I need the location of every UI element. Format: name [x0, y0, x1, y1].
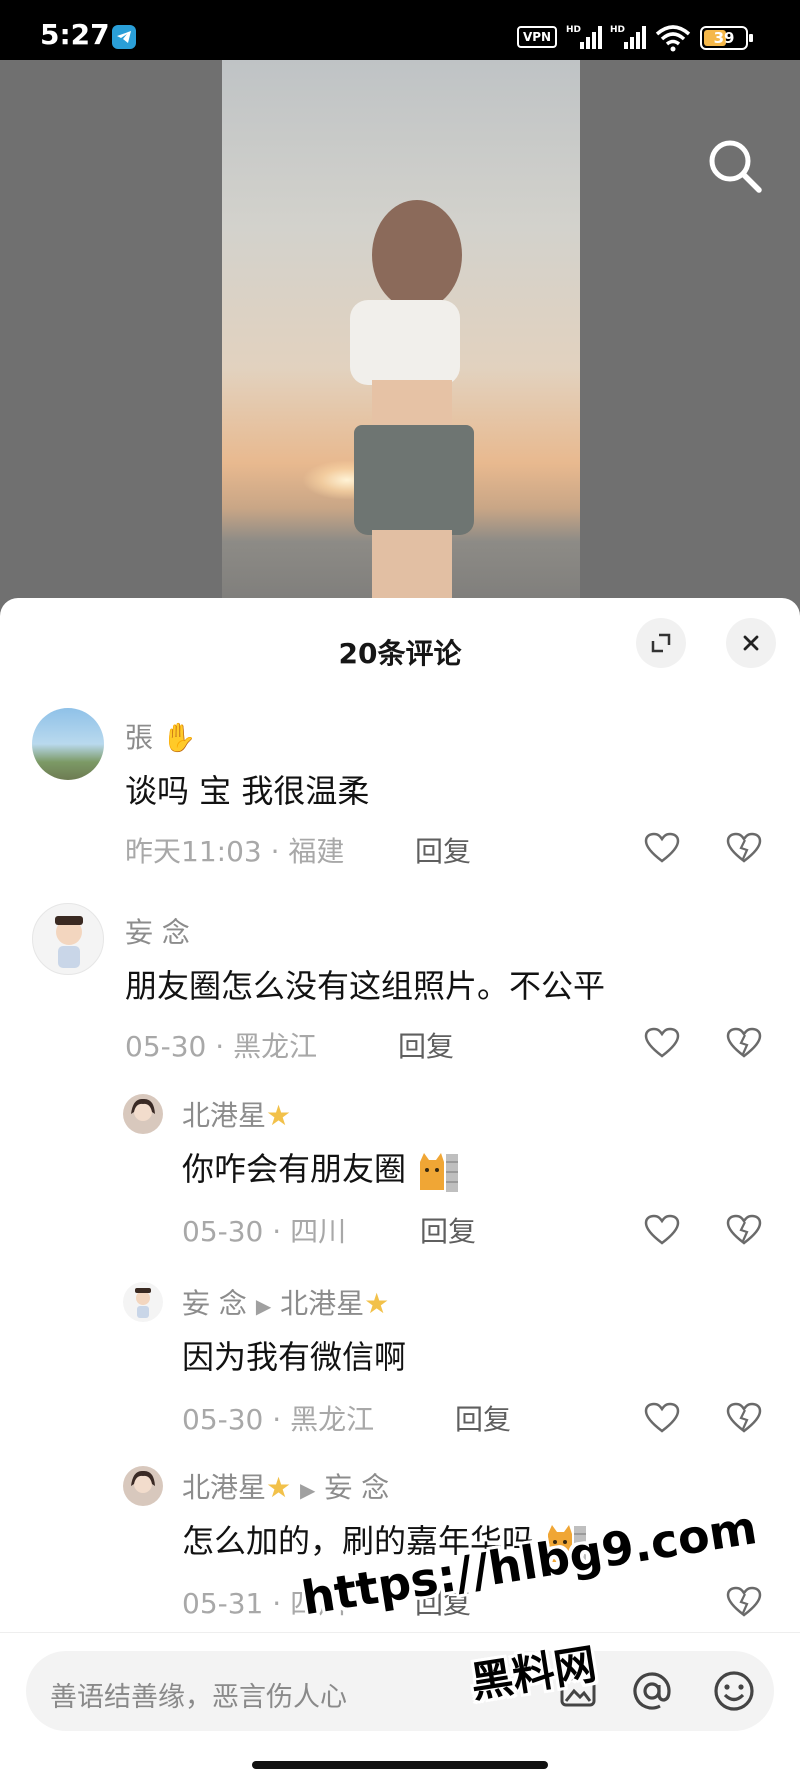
comment-input-bar: 善语结善缘，恶言伤人心: [0, 1632, 800, 1778]
close-button[interactable]: [726, 618, 776, 668]
svg-text:HD: HD: [566, 25, 581, 35]
comment-meta: 05-30 · 黑龙江: [182, 1403, 375, 1436]
comment-author[interactable]: 北港星★: [182, 1094, 291, 1134]
comment-author[interactable]: 北港星★ ▶ 妄 念: [182, 1466, 389, 1506]
comment-meta: 05-30 · 四川: [182, 1215, 347, 1248]
status-bar: 5:27 VPN HD HD 39: [0, 0, 800, 60]
wifi-icon: [655, 25, 691, 52]
like-icon[interactable]: [644, 1402, 680, 1434]
dislike-icon[interactable]: [726, 1214, 762, 1246]
avatar[interactable]: [123, 1466, 163, 1506]
cat-wall-emoji: [416, 1150, 459, 1192]
like-icon[interactable]: [644, 832, 680, 864]
reply-button[interactable]: 回复: [415, 830, 471, 870]
comment-author[interactable]: 張 ✋: [125, 716, 197, 756]
comment-input-placeholder: 善语结善缘，恶言伤人心: [50, 1682, 347, 1713]
reply-button[interactable]: 回复: [455, 1398, 511, 1438]
reply-button[interactable]: 回复: [420, 1210, 476, 1250]
dislike-icon[interactable]: [726, 1402, 762, 1434]
comment-text[interactable]: 因为我有微信啊: [182, 1332, 406, 1378]
avatar[interactable]: [123, 1094, 163, 1134]
close-icon: [743, 635, 759, 651]
battery-level: 39: [713, 29, 735, 47]
dislike-icon[interactable]: [726, 1027, 762, 1059]
battery-icon: 39: [700, 26, 753, 50]
ok-hand-emoji: ✋: [161, 721, 197, 754]
post-photo: [222, 60, 580, 620]
avatar[interactable]: [123, 1282, 163, 1322]
avatar[interactable]: [32, 708, 104, 780]
comment-text[interactable]: 谈吗 宝 我很温柔: [125, 766, 369, 812]
reply-arrow-icon: ▶: [255, 1294, 272, 1318]
star-icon: ★: [266, 1471, 292, 1504]
comment-meta: 05-30 · 黑龙江: [125, 1030, 318, 1063]
comment-text[interactable]: 你咋会有朋友圈: [182, 1144, 459, 1192]
comment-author[interactable]: 妄 念 ▶ 北港星★: [182, 1282, 389, 1322]
mention-icon[interactable]: [630, 1669, 674, 1713]
star-icon: ★: [266, 1099, 292, 1132]
dislike-icon[interactable]: [726, 1586, 762, 1618]
star-icon: ★: [364, 1287, 390, 1320]
avatar[interactable]: [32, 903, 104, 975]
home-indicator[interactable]: [252, 1761, 548, 1769]
like-icon[interactable]: [644, 1214, 680, 1246]
expand-icon: [651, 633, 671, 653]
emoji-icon[interactable]: [712, 1669, 756, 1713]
media-viewer[interactable]: [0, 60, 800, 620]
comment-input[interactable]: 善语结善缘，恶言伤人心: [26, 1651, 774, 1731]
vpn-badge: VPN: [517, 26, 557, 48]
comment-text[interactable]: 朋友圈怎么没有这组照片。不公平: [125, 961, 605, 1007]
like-icon[interactable]: [644, 1027, 680, 1059]
status-time: 5:27: [40, 18, 110, 51]
svg-text:HD: HD: [610, 25, 625, 35]
comment-meta: 昨天11:03 · 福建: [125, 835, 345, 868]
dislike-icon[interactable]: [726, 832, 762, 864]
signal-icon-2: HD: [610, 25, 646, 49]
expand-button[interactable]: [636, 618, 686, 668]
search-icon[interactable]: [705, 136, 765, 196]
reply-button[interactable]: 回复: [398, 1025, 454, 1065]
signal-icon: HD: [566, 25, 602, 49]
comment-author[interactable]: 妄 念: [125, 911, 190, 951]
reply-arrow-icon: ▶: [300, 1478, 316, 1502]
telegram-icon: [112, 25, 136, 49]
